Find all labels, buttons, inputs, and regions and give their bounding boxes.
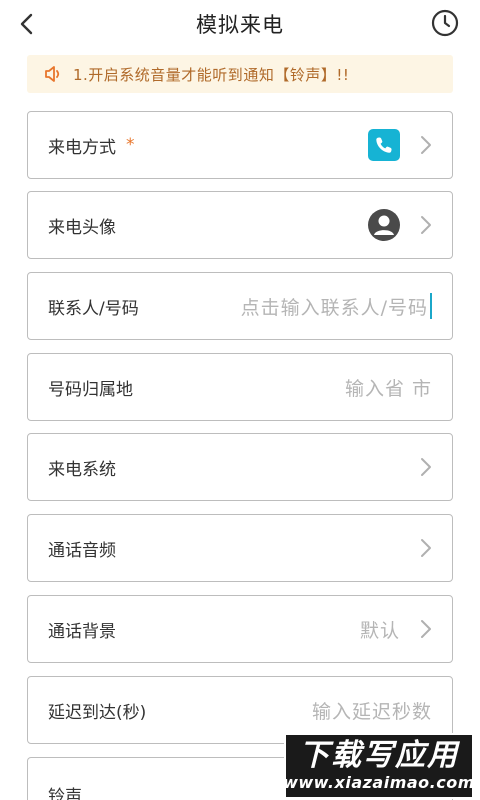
call-audio-row[interactable]: 通话音频 [27, 514, 453, 582]
call-background-label: 通话背景 [48, 621, 116, 642]
watermark-url: www.xiazaimao.com [283, 773, 475, 792]
history-button[interactable] [430, 8, 460, 38]
chevron-right-icon [414, 617, 432, 641]
clock-icon [431, 9, 459, 37]
chevron-right-icon [414, 133, 432, 157]
back-button[interactable] [14, 10, 40, 38]
chevron-right-icon [414, 455, 432, 479]
delay-label: 延迟到达(秒) [48, 702, 147, 723]
top-bar: 模拟来电 [0, 0, 480, 48]
text-cursor [430, 293, 432, 319]
chevron-right-icon [414, 536, 432, 560]
call-avatar-row[interactable]: 来电头像 [27, 191, 453, 259]
phone-icon [368, 129, 400, 161]
call-background-row[interactable]: 通话背景 默认 [27, 595, 453, 663]
required-mark: * [126, 135, 135, 155]
notice-text: 1.开启系统音量才能听到通知【铃声】!! [73, 65, 350, 84]
chevron-right-icon [414, 213, 432, 237]
call-system-label: 来电系统 [48, 459, 116, 480]
location-input[interactable]: 输入省 市 [345, 374, 432, 401]
contact-row[interactable]: 联系人/号码 点击输入联系人/号码 [27, 272, 453, 340]
delay-input[interactable]: 输入延迟秒数 [312, 697, 432, 724]
contact-input[interactable]: 点击输入联系人/号码 [241, 293, 428, 320]
location-label: 号码归属地 [48, 379, 133, 400]
avatar-icon [368, 209, 400, 241]
watermark-title: 下载写应用 [299, 738, 459, 773]
call-method-row[interactable]: 来电方式 * [27, 111, 453, 179]
call-method-label: 来电方式 [48, 137, 116, 158]
contact-label: 联系人/号码 [48, 298, 139, 319]
page-title: 模拟来电 [196, 13, 284, 37]
speaker-icon [43, 64, 63, 84]
call-background-value: 默认 [359, 619, 400, 642]
volume-notice: 1.开启系统音量才能听到通知【铃声】!! [27, 55, 453, 93]
watermark-logo: 下载写应用 www.xiazaimao.com [283, 733, 475, 799]
call-avatar-label: 来电头像 [48, 217, 116, 238]
call-audio-label: 通话音频 [48, 540, 116, 561]
location-row[interactable]: 号码归属地 输入省 市 [27, 353, 453, 421]
chevron-left-icon [20, 13, 33, 35]
ringtone-label: 铃声 [48, 787, 82, 800]
call-system-row[interactable]: 来电系统 [27, 433, 453, 501]
